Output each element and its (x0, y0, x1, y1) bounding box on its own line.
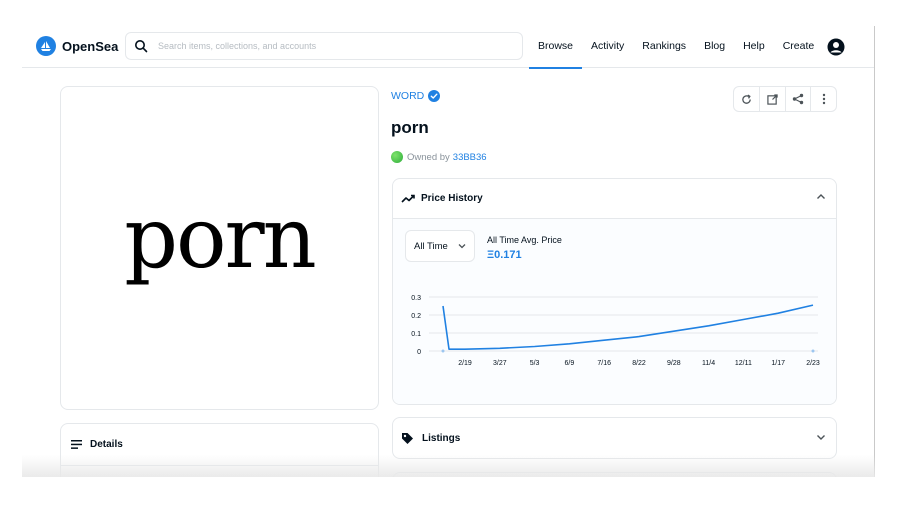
search-icon (135, 40, 148, 53)
browser-viewport: OpenSea Browse Activity Rankings Blog He… (22, 26, 875, 477)
y-tick-label: 0.3 (411, 295, 421, 302)
y-tick-label: 0.2 (411, 313, 421, 320)
account-icon[interactable] (827, 38, 845, 56)
listings-title: Listings (422, 432, 461, 444)
owned-by-label: Owned by (407, 151, 450, 163)
opensea-logo[interactable]: OpenSea (36, 36, 118, 56)
listings-panel[interactable]: Listings (392, 417, 837, 459)
verified-icon (428, 90, 441, 102)
x-tick-label: 1/17 (771, 360, 785, 367)
price-history-panel: Price History All Time All Time Avg. Pri… (392, 178, 837, 405)
nav-create[interactable]: Create (774, 26, 824, 68)
x-tick-label: 12/11 (735, 360, 752, 367)
refresh-icon (742, 94, 752, 104)
y-tick-label: 0.1 (411, 331, 421, 338)
x-tick-label: 3/27 (493, 360, 507, 367)
chevron-down-icon[interactable] (816, 434, 826, 441)
collection-link[interactable]: WORD (391, 90, 441, 102)
item-action-bar (733, 86, 837, 112)
details-icon (71, 440, 82, 449)
frame-edge (874, 26, 875, 477)
nft-image-card[interactable]: porn (60, 86, 379, 410)
price-history-icon (401, 194, 415, 203)
x-tick-label: 9/28 (667, 360, 681, 367)
bottom-shadow (22, 455, 875, 477)
external-link-icon (767, 93, 778, 105)
end-point (811, 349, 815, 353)
x-tick-label: 2/23 (806, 360, 820, 367)
price-history-chart: 0 0.1 0.2 0.3 2/19 3/27 5/3 6/9 7/16 8/22 9/28 11/4… (411, 295, 820, 367)
period-select[interactable]: All Time (405, 230, 475, 262)
opensea-logo-icon (36, 36, 56, 56)
top-navbar: OpenSea Browse Activity Rankings Blog He… (22, 26, 875, 69)
x-tick-label: 5/3 (530, 360, 540, 367)
nav-rankings[interactable]: Rankings (633, 26, 695, 68)
avg-price-value: Ξ0.171 (487, 249, 522, 261)
owner-link[interactable]: 33BB36 (453, 152, 487, 163)
chevron-down-icon (458, 244, 466, 249)
chevron-up-icon[interactable] (816, 193, 826, 200)
owner-avatar (391, 151, 403, 163)
tag-icon (402, 432, 413, 444)
start-point (441, 349, 445, 353)
price-line (442, 304, 814, 350)
refresh-button[interactable] (734, 87, 759, 111)
period-value: All Time (414, 240, 448, 252)
main-nav: Browse Activity Rankings Blog Help Creat… (529, 26, 845, 69)
x-tick-label: 2/19 (458, 360, 472, 367)
item-title: porn (391, 118, 429, 137)
x-tick-label: 6/9 (565, 360, 575, 367)
details-title: Details (90, 439, 123, 450)
share-icon (793, 93, 804, 105)
nav-blog[interactable]: Blog (695, 26, 734, 68)
price-history-title: Price History (421, 193, 483, 204)
x-tick-label: 7/16 (597, 360, 611, 367)
share-button[interactable] (784, 87, 811, 111)
nft-image-text: porn (124, 189, 317, 287)
more-icon (822, 93, 825, 105)
external-link-button[interactable] (759, 87, 785, 111)
x-tick-label: 11/4 (702, 360, 715, 367)
collection-name: WORD (391, 90, 425, 102)
more-options-button[interactable] (810, 87, 836, 111)
nav-browse[interactable]: Browse (529, 26, 583, 69)
avg-price-label: All Time Avg. Price (487, 235, 562, 245)
x-tick-label: 8/22 (632, 360, 646, 367)
search-bar[interactable] (125, 32, 523, 60)
nav-activity[interactable]: Activity (582, 26, 633, 68)
nav-help[interactable]: Help (734, 26, 774, 68)
price-history-body: All Time All Time Avg. Price Ξ0.171 0 0.1… (393, 219, 836, 404)
brand-name: OpenSea (62, 38, 119, 54)
search-input[interactable] (158, 41, 498, 51)
price-history-header[interactable]: Price History (393, 179, 836, 219)
owner-row: Owned by 33BB36 (391, 151, 487, 163)
y-tick-label: 0 (417, 349, 421, 356)
